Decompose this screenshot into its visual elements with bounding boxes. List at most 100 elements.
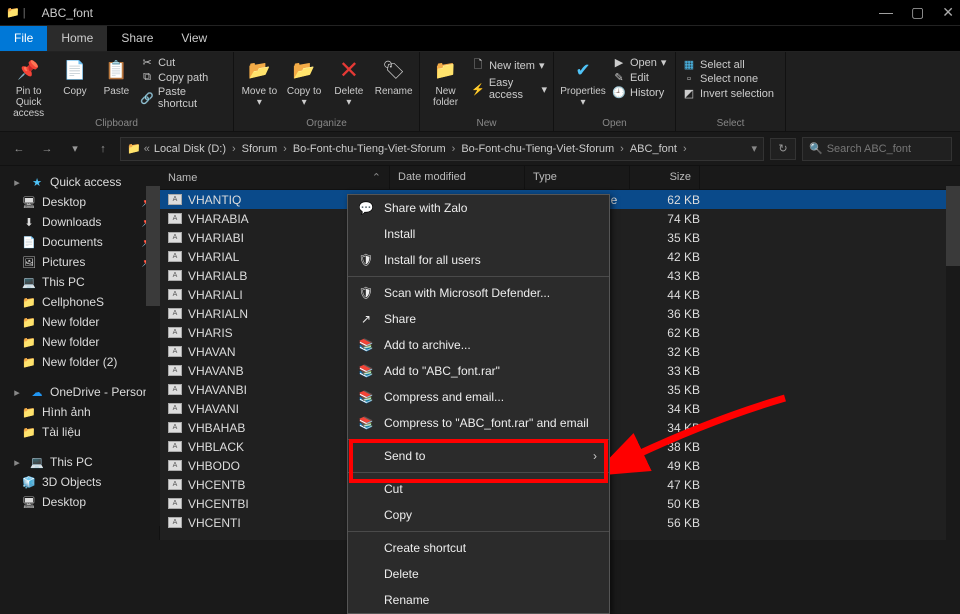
up-button[interactable]: ↑ (92, 138, 114, 160)
sidebar-item[interactable]: 📁New folder (4, 312, 155, 332)
open-button[interactable]: ▶Open ▾ (612, 56, 666, 69)
breadcrumb[interactable]: Local Disk (D:) (154, 143, 226, 155)
sidebar-item[interactable]: 🖥Desktop📌 (4, 192, 155, 212)
edit-button[interactable]: ✎Edit (612, 71, 666, 84)
ctx-icon: 📚 (358, 337, 374, 353)
search-input[interactable]: 🔍 Search ABC_font (802, 137, 952, 161)
recent-button[interactable]: ▾ (64, 138, 86, 160)
context-item[interactable]: Send to› (348, 443, 609, 469)
ctx-icon (358, 226, 374, 242)
chevron-right-icon: › (593, 449, 597, 463)
sidebar-item[interactable]: 📄Documents📌 (4, 232, 155, 252)
sidebar-scrollbar[interactable] (146, 166, 160, 526)
item-icon: 📁 (22, 335, 36, 349)
tab-home[interactable]: Home (47, 26, 107, 51)
copypath-button[interactable]: ⧉Copy path (140, 71, 227, 84)
newitem-button[interactable]: 🗋New item ▾ (471, 56, 547, 75)
close-button[interactable]: ✕ (942, 4, 954, 21)
sidebar-item[interactable]: 📁Tài liệu (4, 422, 155, 442)
selectnone-button[interactable]: ▫Select none (682, 73, 774, 85)
font-file-icon: A (168, 403, 182, 414)
sidebar: ▸★Quick access🖥Desktop📌⬇Downloads📌📄Docum… (0, 166, 160, 540)
back-button[interactable]: ← (8, 138, 30, 160)
column-headers[interactable]: Name⌃ Date modified Type Size (160, 166, 960, 190)
item-icon: 📁 (22, 405, 36, 419)
maximize-button[interactable]: ▢ (911, 4, 924, 21)
sidebar-header[interactable]: ▸★Quick access (4, 172, 155, 192)
filelist-scrollbar[interactable] (946, 166, 960, 540)
context-item[interactable]: Create shortcut (348, 535, 609, 561)
breadcrumb[interactable]: Bo-Font-chu-Tieng-Viet-Sforum (461, 143, 614, 155)
context-item[interactable]: Copy (348, 502, 609, 528)
context-item[interactable]: 🛡Install for all users (348, 247, 609, 273)
sidebar-item[interactable]: ⬇Downloads📌 (4, 212, 155, 232)
sidebar-header[interactable]: ▸☁OneDrive - Person (4, 382, 155, 402)
breadcrumb[interactable]: Sforum (242, 143, 277, 155)
context-item[interactable]: 📚Add to archive... (348, 332, 609, 358)
minimize-button[interactable]: — (879, 4, 893, 21)
forward-button[interactable]: → (36, 138, 58, 160)
breadcrumb[interactable]: ABC_font (630, 143, 677, 155)
expand-icon: ▸ (10, 455, 24, 469)
context-item[interactable]: 🛡Scan with Microsoft Defender... (348, 280, 609, 306)
context-item[interactable]: 💬Share with Zalo (348, 195, 609, 221)
tab-view[interactable]: View (167, 26, 221, 51)
font-file-icon: A (168, 232, 182, 243)
sidebar-item[interactable]: 📁Hình ảnh (4, 402, 155, 422)
newfolder-button[interactable]: 📁New folder (426, 56, 465, 108)
context-item[interactable]: Delete (348, 561, 609, 587)
font-file-icon: A (168, 517, 182, 528)
item-icon: 📄 (22, 235, 36, 249)
properties-button[interactable]: ✔Properties▾ (560, 56, 606, 108)
font-file-icon: A (168, 289, 182, 300)
tab-share[interactable]: Share (107, 26, 167, 51)
context-item[interactable]: Cut (348, 476, 609, 502)
history-button[interactable]: 🕘History (612, 86, 666, 99)
delete-button[interactable]: ✕Delete▾ (330, 56, 369, 108)
item-icon: 📁 (22, 425, 36, 439)
sidebar-item[interactable]: 💻This PC (4, 272, 155, 292)
pasteshortcut-button[interactable]: 🔗Paste shortcut (140, 86, 227, 110)
context-item[interactable]: ↗Share (348, 306, 609, 332)
group-label: Organize (234, 118, 419, 129)
breadcrumb[interactable]: Bo-Font-chu-Tieng-Viet-Sforum (293, 143, 446, 155)
sidebar-item[interactable]: 🖥Desktop (4, 492, 155, 512)
rename-button[interactable]: 🏷Rename (374, 56, 413, 97)
context-menu: 💬Share with ZaloInstall🛡Install for all … (347, 194, 610, 614)
selectall-button[interactable]: ▦Select all (682, 58, 774, 71)
easyaccess-button[interactable]: ⚡Easy access ▾ (471, 77, 547, 101)
tab-file[interactable]: File (0, 26, 47, 51)
sidebar-item[interactable]: 📁New folder (4, 332, 155, 352)
invertselection-button[interactable]: ◩Invert selection (682, 87, 774, 100)
copy-button[interactable]: 📄Copy (57, 56, 92, 97)
sidebar-item[interactable]: 🧊3D Objects (4, 472, 155, 492)
item-icon: 🖥 (22, 195, 36, 209)
moveto-button[interactable]: 📂Move to▾ (240, 56, 279, 108)
context-item[interactable]: Install (348, 221, 609, 247)
context-item[interactable]: 📚Add to "ABC_font.rar" (348, 358, 609, 384)
sidebar-item[interactable]: 📁New folder (2) (4, 352, 155, 372)
context-item[interactable]: Rename (348, 587, 609, 613)
paste-button[interactable]: 📋Paste (99, 56, 134, 97)
ctx-icon (358, 592, 374, 608)
address-bar[interactable]: 📁 «Local Disk (D:)›Sforum›Bo-Font-chu-Ti… (120, 137, 764, 161)
ctx-icon: 🛡 (358, 285, 374, 301)
ctx-icon: 📚 (358, 415, 374, 431)
folder-icon: 📁 | (6, 6, 26, 19)
sidebar-header[interactable]: ▸💻This PC (4, 452, 155, 472)
refresh-button[interactable]: ↻ (770, 138, 796, 160)
ribbon: 📌Pin to Quick access 📄Copy 📋Paste ✂Cut ⧉… (0, 52, 960, 132)
font-file-icon: A (168, 270, 182, 281)
cut-button[interactable]: ✂Cut (140, 56, 227, 69)
font-file-icon: A (168, 441, 182, 452)
font-file-icon: A (168, 213, 182, 224)
sidebar-item[interactable]: 📁CellphoneS (4, 292, 155, 312)
context-item[interactable]: 📚Compress to "ABC_font.rar" and email (348, 410, 609, 436)
font-file-icon: A (168, 365, 182, 376)
pin-quickaccess-button[interactable]: 📌Pin to Quick access (6, 56, 51, 119)
font-file-icon: A (168, 384, 182, 395)
font-file-icon: A (168, 498, 182, 509)
copyto-button[interactable]: 📂Copy to▾ (285, 56, 324, 108)
sidebar-item[interactable]: 🖼Pictures📌 (4, 252, 155, 272)
context-item[interactable]: 📚Compress and email... (348, 384, 609, 410)
